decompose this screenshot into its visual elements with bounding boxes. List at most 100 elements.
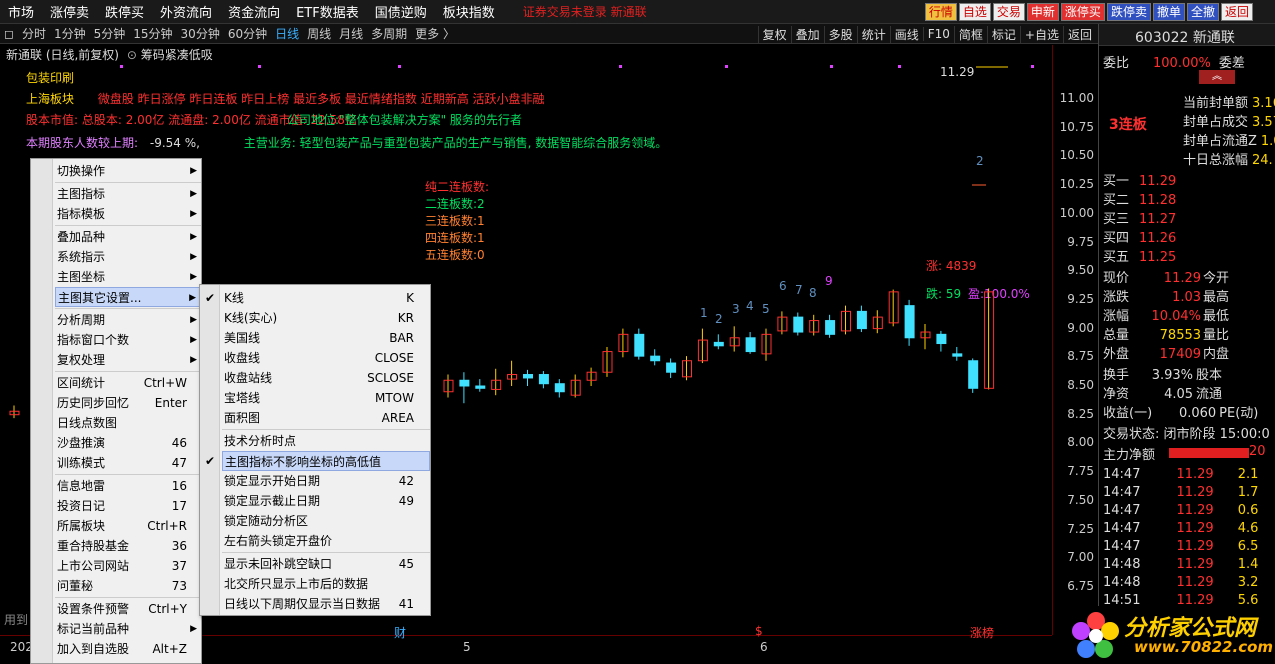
quick-button-2[interactable]: 交易 (992, 3, 1025, 21)
menu-item-10[interactable]: 分析周期 ▶ (55, 310, 201, 330)
chart-tool-8[interactable]: +自选 (1019, 25, 1063, 43)
streak-label: 3连板 (1109, 117, 1147, 133)
menu-item-7[interactable]: 主图坐标 ▶ (55, 267, 201, 287)
period-tab-7[interactable]: 周线 (303, 25, 335, 42)
menu-item-3[interactable]: 指标模板 ▶ (55, 204, 201, 224)
period-tab-3[interactable]: 15分钟 (129, 25, 176, 42)
submenu-item-13[interactable]: 左右箭头锁定开盘价 (222, 531, 430, 551)
submenu-item-10[interactable]: 锁定显示开始日期 42 (222, 471, 430, 491)
submenu-item-15[interactable]: 显示未回补跳空缺口 45 (222, 554, 430, 574)
top-menu-7[interactable]: 板块指数 (435, 2, 503, 21)
submenu-item-17[interactable]: 日线以下周期仅显示当日数据 41 (222, 594, 430, 614)
menu-item-8[interactable]: 主图其它设置... ▶ (55, 287, 201, 307)
menu-item-0[interactable]: 切换操作 ▶ (55, 161, 201, 181)
menu-item-23[interactable]: 重合持股基金 36 (55, 536, 201, 556)
menu-item-28[interactable]: 标记当前品种 ▶ (55, 619, 201, 639)
menu-item-5[interactable]: 叠加品种 ▶ (55, 227, 201, 247)
submenu-item-4[interactable]: 收盘站线 SCLOSE (222, 368, 430, 388)
period-tab-2[interactable]: 5分钟 (90, 25, 130, 42)
quick-button-0[interactable]: 行情 (924, 3, 957, 21)
submenu-item-0[interactable]: K线 K (222, 288, 430, 308)
period-tab-8[interactable]: 月线 (335, 25, 367, 42)
top-menu-1[interactable]: 涨停卖 (42, 2, 97, 21)
submenu-item-6[interactable]: 面积图 AREA (222, 408, 430, 428)
submenu-item-12[interactable]: 锁定随动分析区 (222, 511, 430, 531)
menu-item-27[interactable]: 设置条件预警 Ctrl+Y (55, 599, 201, 619)
count-label-4: 5 (762, 302, 770, 316)
submenu-item-2[interactable]: 美国线 BAR (222, 328, 430, 348)
chart-tool-4[interactable]: 画线 (889, 25, 923, 43)
menu-item-25[interactable]: 问董秘 73 (55, 576, 201, 596)
menu-item-21[interactable]: 投资日记 17 (55, 496, 201, 516)
chart-tool-3[interactable]: 统计 (856, 25, 890, 43)
submenu-item-1[interactable]: K线(实心) KR (222, 308, 430, 328)
submenu-item-11[interactable]: 锁定显示截止日期 49 (222, 491, 430, 511)
period-tab-4[interactable]: 30分钟 (177, 25, 224, 42)
y-tick-3: 10.25 (1059, 177, 1094, 192)
ask-up-icon[interactable]: ︽ (1199, 70, 1235, 84)
chart-tool-2[interactable]: 多股 (823, 25, 857, 43)
menu-separator-19 (55, 474, 201, 475)
submenu-item-9[interactable]: 主图指标不影响坐标的高低值 (222, 451, 430, 471)
candle-body-35 (968, 360, 979, 389)
menu-item-12[interactable]: 复权处理 ▶ (55, 350, 201, 370)
menu-item-14[interactable]: 区间统计 Ctrl+W (55, 373, 201, 393)
menu-item-6[interactable]: 系统指示 ▶ (55, 247, 201, 267)
quick-button-8[interactable]: 返回 (1220, 3, 1253, 21)
menu-item-18[interactable]: 训练模式 47 (55, 453, 201, 473)
quick-button-6[interactable]: 撤单 (1152, 3, 1185, 21)
top-menu-3[interactable]: 外资流向 (152, 2, 220, 21)
menu-item-20[interactable]: 信息地雷 16 (55, 476, 201, 496)
menu-item-label: 系统指示 (57, 250, 106, 264)
submenu-item-5[interactable]: 宝塔线 MTOW (222, 388, 430, 408)
chart-tool-9[interactable]: 返回 (1062, 25, 1096, 43)
period-tab-1[interactable]: 1分钟 (50, 25, 90, 42)
chart-tool-5[interactable]: F10 (922, 27, 954, 41)
menu-item-15[interactable]: 历史同步回忆 Enter (55, 393, 201, 413)
top-menu-2[interactable]: 跌停买 (97, 2, 152, 21)
menu-item-17[interactable]: 沙盘推演 46 (55, 433, 201, 453)
event-finance[interactable]: 财 (394, 624, 406, 641)
menu-item-11[interactable]: 指标窗口个数 ▶ (55, 330, 201, 350)
chart-tool-0[interactable]: 复权 (757, 25, 791, 43)
stat2-label-1: 净资 (1103, 387, 1130, 402)
tick-time-4: 14:47 (1103, 539, 1141, 554)
submenu-item-8[interactable]: 技术分析时点 (222, 431, 430, 451)
period-tab-10[interactable]: 更多 〉 (411, 25, 459, 42)
quick-button-4[interactable]: 涨停买 (1060, 3, 1105, 21)
menu-item-label: 重合持股基金 (57, 539, 130, 553)
menu-item-16[interactable]: 日线点数图 (55, 413, 201, 433)
submenu-item-3[interactable]: 收盘线 CLOSE (222, 348, 430, 368)
top-menu-5[interactable]: ETF数据表 (288, 2, 367, 21)
quick-button-1[interactable]: 自选 (958, 3, 991, 21)
tick-price-6: 11.29 (1176, 575, 1214, 590)
tick-time-0: 14:47 (1103, 467, 1141, 482)
window-toggle-icon[interactable]: ◻ (0, 27, 18, 41)
stat-label-2: 涨幅 (1103, 309, 1130, 324)
submenu-arrow-icon: ▶ (190, 189, 197, 199)
chart-tool-1[interactable]: 叠加 (790, 25, 824, 43)
chart-tool-7[interactable]: 标记 (986, 25, 1020, 43)
event-dollar[interactable]: $ (755, 624, 763, 638)
event-limitup[interactable]: 涨榜 (970, 624, 994, 641)
chart-tool-6[interactable]: 简框 (953, 25, 987, 43)
menu-item-label: 训练模式 (57, 456, 106, 470)
period-tab-5[interactable]: 60分钟 (224, 25, 271, 42)
menu-item-24[interactable]: 上市公司网站 37 (55, 556, 201, 576)
top-menu-0[interactable]: 市场 (0, 2, 42, 21)
menu-item-29[interactable]: 加入到自选股 Alt+Z (55, 639, 201, 659)
submenu-item-label: 北交所只显示上市后的数据 (224, 577, 369, 591)
menu-item-2[interactable]: 主图指标 ▶ (55, 184, 201, 204)
period-tab-0[interactable]: 分时 (18, 25, 50, 42)
quick-button-5[interactable]: 跌停卖 (1106, 3, 1151, 21)
submenu-item-16[interactable]: 北交所只显示上市后的数据 (222, 574, 430, 594)
top-menu-6[interactable]: 国债逆购 (367, 2, 435, 21)
top-menu-4[interactable]: 资金流向 (220, 2, 288, 21)
period-tab-9[interactable]: 多周期 (367, 25, 411, 42)
quick-buttons: 行情 自选 交易 申新 涨停买 跌停卖 撤单 全撤 返回 (924, 3, 1253, 21)
quick-button-3[interactable]: 申新 (1026, 3, 1059, 21)
period-tab-6[interactable]: 日线 (271, 25, 303, 42)
quick-button-7[interactable]: 全撤 (1186, 3, 1219, 21)
candle-body-15 (650, 355, 661, 362)
menu-item-22[interactable]: 所属板块 Ctrl+R (55, 516, 201, 536)
